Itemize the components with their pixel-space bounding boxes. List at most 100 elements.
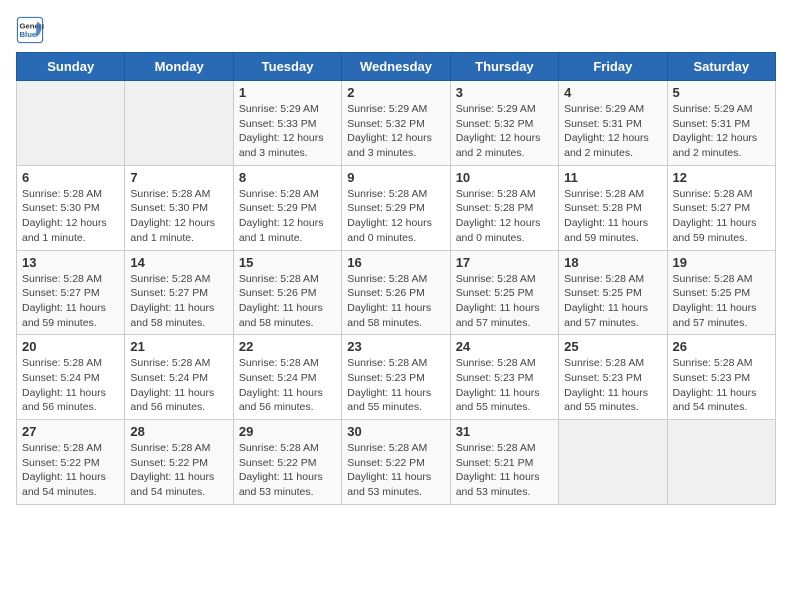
day-number: 28 [130, 424, 227, 439]
day-info: Sunrise: 5:29 AMSunset: 5:32 PMDaylight:… [456, 102, 553, 161]
svg-text:Blue: Blue [20, 30, 37, 39]
day-number: 5 [673, 85, 770, 100]
day-info: Sunrise: 5:28 AMSunset: 5:22 PMDaylight:… [22, 441, 119, 500]
calendar-cell [667, 420, 775, 505]
calendar-cell: 31 Sunrise: 5:28 AMSunset: 5:21 PMDayligh… [450, 420, 558, 505]
calendar-cell: 26 Sunrise: 5:28 AMSunset: 5:23 PMDayligh… [667, 335, 775, 420]
day-number: 23 [347, 339, 444, 354]
day-info: Sunrise: 5:28 AMSunset: 5:27 PMDaylight:… [22, 272, 119, 331]
day-info: Sunrise: 5:28 AMSunset: 5:25 PMDaylight:… [564, 272, 661, 331]
day-info: Sunrise: 5:28 AMSunset: 5:23 PMDaylight:… [456, 356, 553, 415]
day-info: Sunrise: 5:29 AMSunset: 5:31 PMDaylight:… [564, 102, 661, 161]
day-number: 25 [564, 339, 661, 354]
day-info: Sunrise: 5:28 AMSunset: 5:23 PMDaylight:… [564, 356, 661, 415]
calendar-cell: 28 Sunrise: 5:28 AMSunset: 5:22 PMDayligh… [125, 420, 233, 505]
calendar-cell: 4 Sunrise: 5:29 AMSunset: 5:31 PMDaylight… [559, 81, 667, 166]
day-info: Sunrise: 5:28 AMSunset: 5:23 PMDaylight:… [347, 356, 444, 415]
day-info: Sunrise: 5:28 AMSunset: 5:24 PMDaylight:… [239, 356, 336, 415]
day-number: 10 [456, 170, 553, 185]
calendar-cell: 21 Sunrise: 5:28 AMSunset: 5:24 PMDayligh… [125, 335, 233, 420]
day-number: 9 [347, 170, 444, 185]
calendar-cell [125, 81, 233, 166]
day-number: 2 [347, 85, 444, 100]
day-info: Sunrise: 5:28 AMSunset: 5:22 PMDaylight:… [239, 441, 336, 500]
calendar-cell: 23 Sunrise: 5:28 AMSunset: 5:23 PMDayligh… [342, 335, 450, 420]
day-number: 26 [673, 339, 770, 354]
calendar-table: SundayMondayTuesdayWednesdayThursdayFrid… [16, 52, 776, 505]
calendar-cell: 3 Sunrise: 5:29 AMSunset: 5:32 PMDaylight… [450, 81, 558, 166]
calendar-cell [559, 420, 667, 505]
day-info: Sunrise: 5:28 AMSunset: 5:21 PMDaylight:… [456, 441, 553, 500]
calendar-cell: 2 Sunrise: 5:29 AMSunset: 5:32 PMDaylight… [342, 81, 450, 166]
calendar-cell: 20 Sunrise: 5:28 AMSunset: 5:24 PMDayligh… [17, 335, 125, 420]
day-info: Sunrise: 5:29 AMSunset: 5:33 PMDaylight:… [239, 102, 336, 161]
day-info: Sunrise: 5:28 AMSunset: 5:25 PMDaylight:… [456, 272, 553, 331]
day-header-sunday: Sunday [17, 53, 125, 81]
day-info: Sunrise: 5:29 AMSunset: 5:32 PMDaylight:… [347, 102, 444, 161]
day-info: Sunrise: 5:28 AMSunset: 5:29 PMDaylight:… [239, 187, 336, 246]
day-number: 17 [456, 255, 553, 270]
day-number: 31 [456, 424, 553, 439]
day-number: 19 [673, 255, 770, 270]
logo-icon: General Blue [16, 16, 44, 44]
day-number: 16 [347, 255, 444, 270]
day-header-tuesday: Tuesday [233, 53, 341, 81]
day-info: Sunrise: 5:28 AMSunset: 5:22 PMDaylight:… [130, 441, 227, 500]
day-info: Sunrise: 5:28 AMSunset: 5:25 PMDaylight:… [673, 272, 770, 331]
day-info: Sunrise: 5:28 AMSunset: 5:27 PMDaylight:… [130, 272, 227, 331]
calendar-cell: 9 Sunrise: 5:28 AMSunset: 5:29 PMDaylight… [342, 165, 450, 250]
day-info: Sunrise: 5:28 AMSunset: 5:29 PMDaylight:… [347, 187, 444, 246]
day-header-wednesday: Wednesday [342, 53, 450, 81]
day-number: 11 [564, 170, 661, 185]
day-number: 21 [130, 339, 227, 354]
calendar-cell: 22 Sunrise: 5:28 AMSunset: 5:24 PMDayligh… [233, 335, 341, 420]
day-number: 29 [239, 424, 336, 439]
day-number: 12 [673, 170, 770, 185]
calendar-cell: 27 Sunrise: 5:28 AMSunset: 5:22 PMDayligh… [17, 420, 125, 505]
day-header-thursday: Thursday [450, 53, 558, 81]
day-info: Sunrise: 5:28 AMSunset: 5:30 PMDaylight:… [130, 187, 227, 246]
calendar-cell: 30 Sunrise: 5:28 AMSunset: 5:22 PMDayligh… [342, 420, 450, 505]
calendar-cell: 10 Sunrise: 5:28 AMSunset: 5:28 PMDayligh… [450, 165, 558, 250]
day-number: 7 [130, 170, 227, 185]
day-info: Sunrise: 5:28 AMSunset: 5:24 PMDaylight:… [22, 356, 119, 415]
calendar-cell: 11 Sunrise: 5:28 AMSunset: 5:28 PMDayligh… [559, 165, 667, 250]
day-info: Sunrise: 5:28 AMSunset: 5:26 PMDaylight:… [347, 272, 444, 331]
day-header-saturday: Saturday [667, 53, 775, 81]
calendar-cell: 5 Sunrise: 5:29 AMSunset: 5:31 PMDaylight… [667, 81, 775, 166]
day-header-friday: Friday [559, 53, 667, 81]
day-header-monday: Monday [125, 53, 233, 81]
calendar-cell: 17 Sunrise: 5:28 AMSunset: 5:25 PMDayligh… [450, 250, 558, 335]
day-info: Sunrise: 5:28 AMSunset: 5:23 PMDaylight:… [673, 356, 770, 415]
day-number: 8 [239, 170, 336, 185]
calendar-cell: 8 Sunrise: 5:28 AMSunset: 5:29 PMDaylight… [233, 165, 341, 250]
day-number: 4 [564, 85, 661, 100]
calendar-cell: 1Sunrise: 5:29 AMSunset: 5:33 PMDaylight… [233, 81, 341, 166]
day-number: 13 [22, 255, 119, 270]
calendar-cell: 13 Sunrise: 5:28 AMSunset: 5:27 PMDayligh… [17, 250, 125, 335]
logo: General Blue [16, 16, 48, 44]
day-info: Sunrise: 5:28 AMSunset: 5:28 PMDaylight:… [456, 187, 553, 246]
day-info: Sunrise: 5:28 AMSunset: 5:24 PMDaylight:… [130, 356, 227, 415]
day-info: Sunrise: 5:28 AMSunset: 5:22 PMDaylight:… [347, 441, 444, 500]
day-number: 30 [347, 424, 444, 439]
calendar-cell: 14 Sunrise: 5:28 AMSunset: 5:27 PMDayligh… [125, 250, 233, 335]
day-number: 3 [456, 85, 553, 100]
day-number: 14 [130, 255, 227, 270]
calendar-cell: 6Sunrise: 5:28 AMSunset: 5:30 PMDaylight… [17, 165, 125, 250]
day-info: Sunrise: 5:28 AMSunset: 5:27 PMDaylight:… [673, 187, 770, 246]
day-number: 27 [22, 424, 119, 439]
day-number: 15 [239, 255, 336, 270]
calendar-cell: 7 Sunrise: 5:28 AMSunset: 5:30 PMDaylight… [125, 165, 233, 250]
day-number: 22 [239, 339, 336, 354]
day-info: Sunrise: 5:28 AMSunset: 5:26 PMDaylight:… [239, 272, 336, 331]
calendar-cell: 25 Sunrise: 5:28 AMSunset: 5:23 PMDayligh… [559, 335, 667, 420]
calendar-cell: 16 Sunrise: 5:28 AMSunset: 5:26 PMDayligh… [342, 250, 450, 335]
day-info: Sunrise: 5:28 AMSunset: 5:28 PMDaylight:… [564, 187, 661, 246]
day-number: 18 [564, 255, 661, 270]
calendar-cell: 29 Sunrise: 5:28 AMSunset: 5:22 PMDayligh… [233, 420, 341, 505]
day-info: Sunrise: 5:28 AMSunset: 5:30 PMDaylight:… [22, 187, 119, 246]
calendar-cell: 15 Sunrise: 5:28 AMSunset: 5:26 PMDayligh… [233, 250, 341, 335]
day-info: Sunrise: 5:29 AMSunset: 5:31 PMDaylight:… [673, 102, 770, 161]
day-number: 20 [22, 339, 119, 354]
